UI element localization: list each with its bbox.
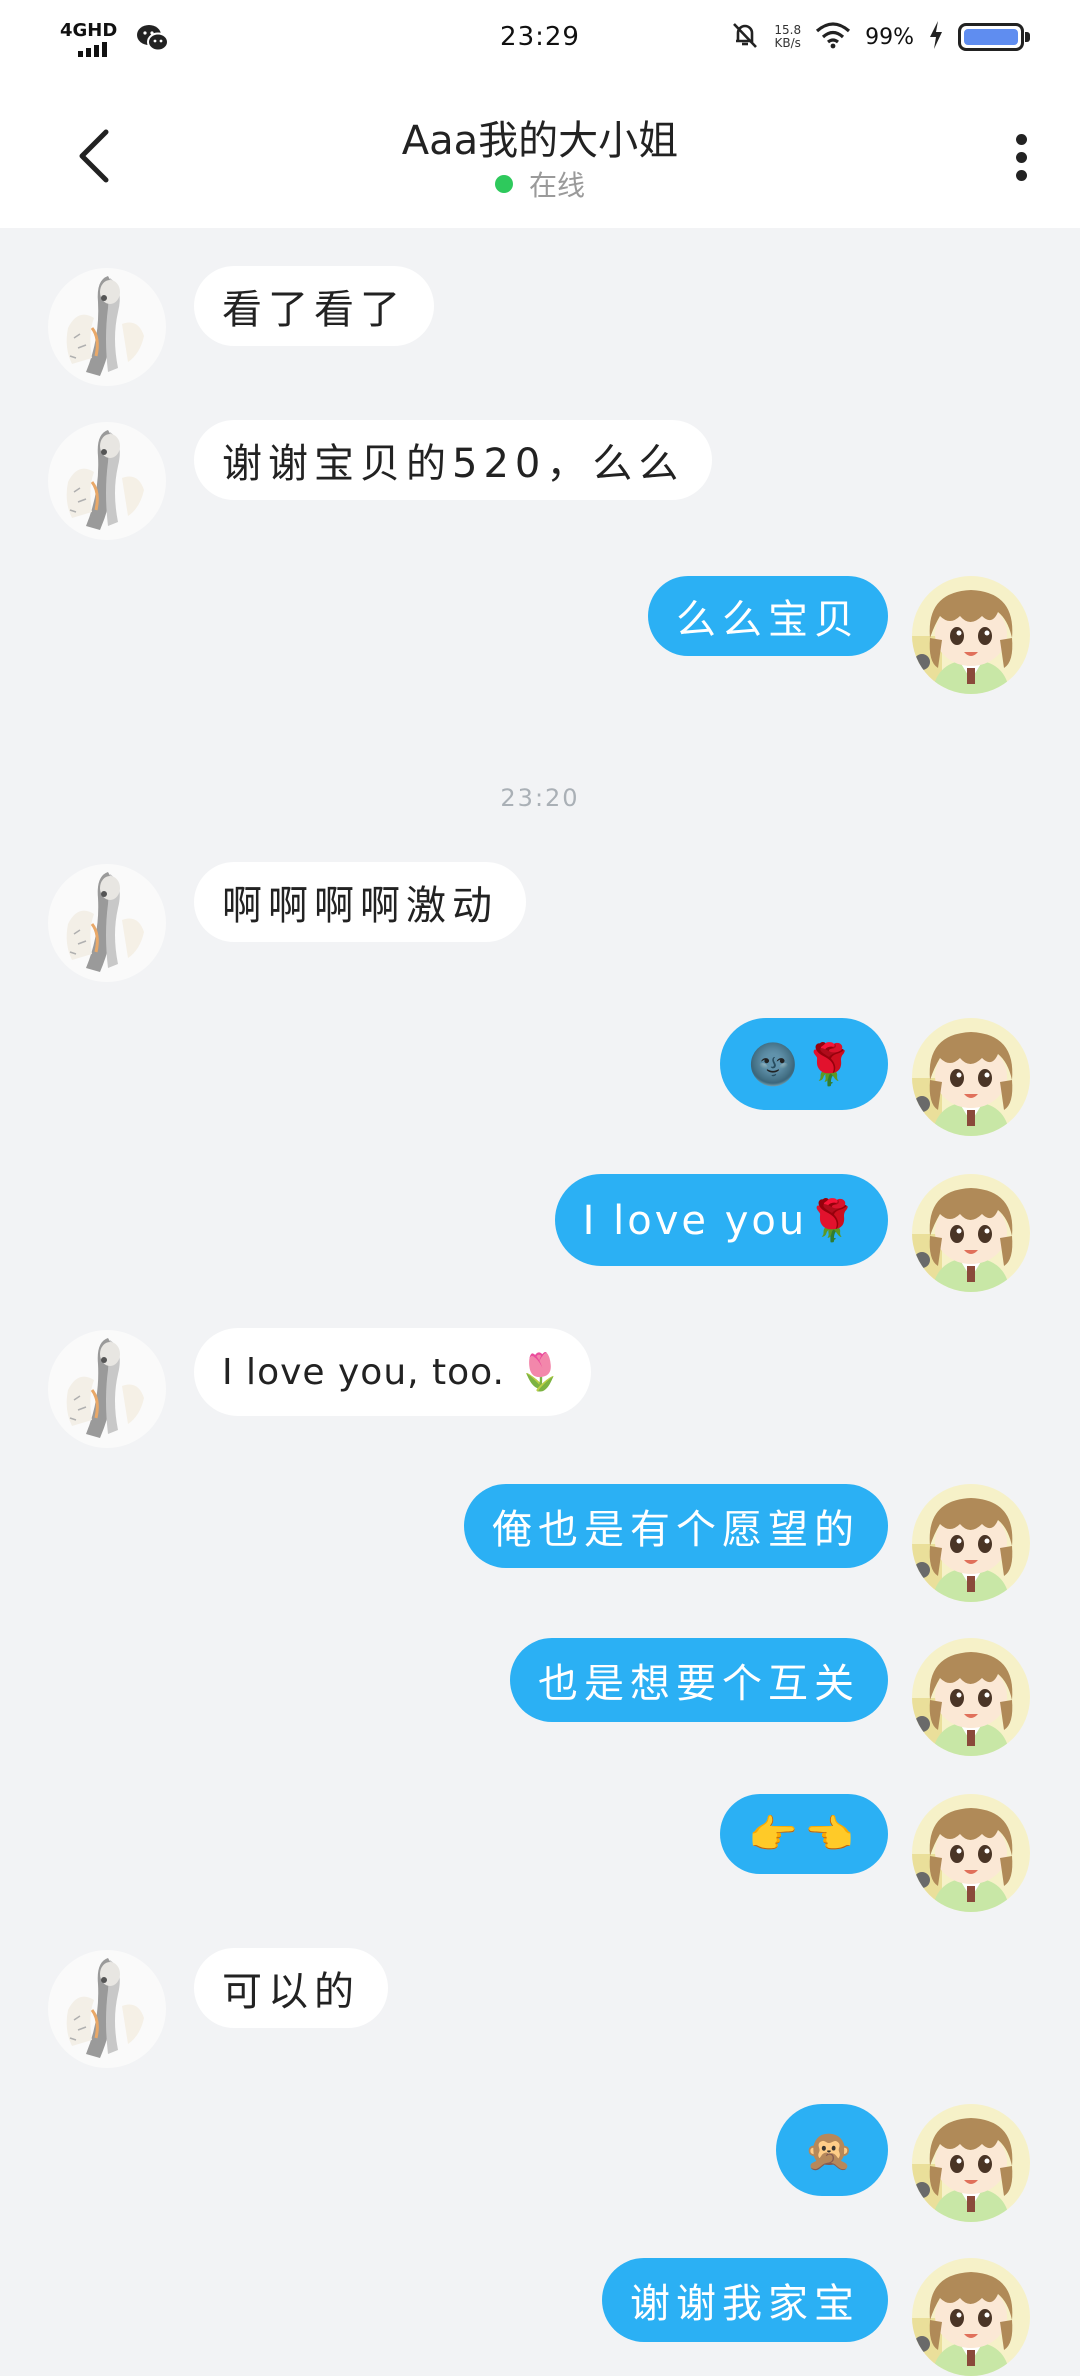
message-bubble-incoming[interactable]: 谢谢宝贝的520，么么 (194, 420, 713, 500)
message-bubble-incoming[interactable]: 可以的 (194, 1948, 388, 2028)
mute-bell-icon (730, 20, 760, 54)
my-avatar[interactable] (912, 1794, 1030, 1912)
message-bubble-outgoing[interactable]: 🌚🌹 (720, 1018, 888, 1110)
my-avatar[interactable] (912, 2104, 1030, 2222)
network-speed: 15.8 KB/s (774, 24, 801, 50)
message-bubble-outgoing[interactable]: 谢谢我家宝 (602, 2258, 888, 2342)
more-options-button[interactable] (1006, 128, 1036, 192)
message-timestamp: 23:20 (500, 784, 580, 812)
message-bubble-outgoing[interactable]: 👉👈 (720, 1794, 888, 1874)
message-bubble-outgoing[interactable]: 俺也是有个愿望的 (464, 1484, 888, 1568)
online-dot (494, 175, 513, 193)
online-status-text: 在线 (528, 169, 585, 202)
my-avatar[interactable] (912, 1174, 1030, 1292)
contact-avatar[interactable] (48, 422, 166, 540)
message-bubble-incoming[interactable]: 看了看了 (194, 266, 434, 346)
status-bar: 4GHD 23:29 15.8 KB/s 99% (0, 0, 1080, 80)
battery-percent: 99% (865, 24, 914, 50)
message-bubble-outgoing[interactable]: 么么宝贝 (648, 576, 888, 656)
message-bubble-incoming[interactable]: 啊啊啊啊激动 (194, 862, 526, 942)
online-status: 在线 (0, 164, 1080, 204)
message-bubble-outgoing[interactable]: I love you🌹 (554, 1174, 888, 1266)
contact-avatar[interactable] (48, 1330, 166, 1448)
wifi-icon (815, 21, 851, 53)
charging-icon (928, 20, 944, 54)
my-avatar[interactable] (912, 1638, 1030, 1756)
message-bubble-outgoing[interactable]: 也是想要个互关 (510, 1638, 888, 1722)
message-bubble-outgoing[interactable]: 🙊 (776, 2104, 888, 2196)
chat-title: Aaa我的大小姐 (401, 118, 679, 164)
chat-header: Aaa我的大小姐 在线 (0, 80, 1080, 228)
speed-unit: KB/s (774, 36, 801, 50)
contact-avatar[interactable] (48, 1950, 166, 2068)
message-bubble-incoming[interactable]: I love you, too. 🌷 (194, 1328, 592, 1416)
my-avatar[interactable] (912, 1018, 1030, 1136)
my-avatar[interactable] (912, 2258, 1030, 2376)
my-avatar[interactable] (912, 1484, 1030, 1602)
my-avatar[interactable] (912, 576, 1030, 694)
contact-avatar[interactable] (48, 268, 166, 386)
contact-avatar[interactable] (48, 864, 166, 982)
battery-icon (958, 23, 1030, 51)
